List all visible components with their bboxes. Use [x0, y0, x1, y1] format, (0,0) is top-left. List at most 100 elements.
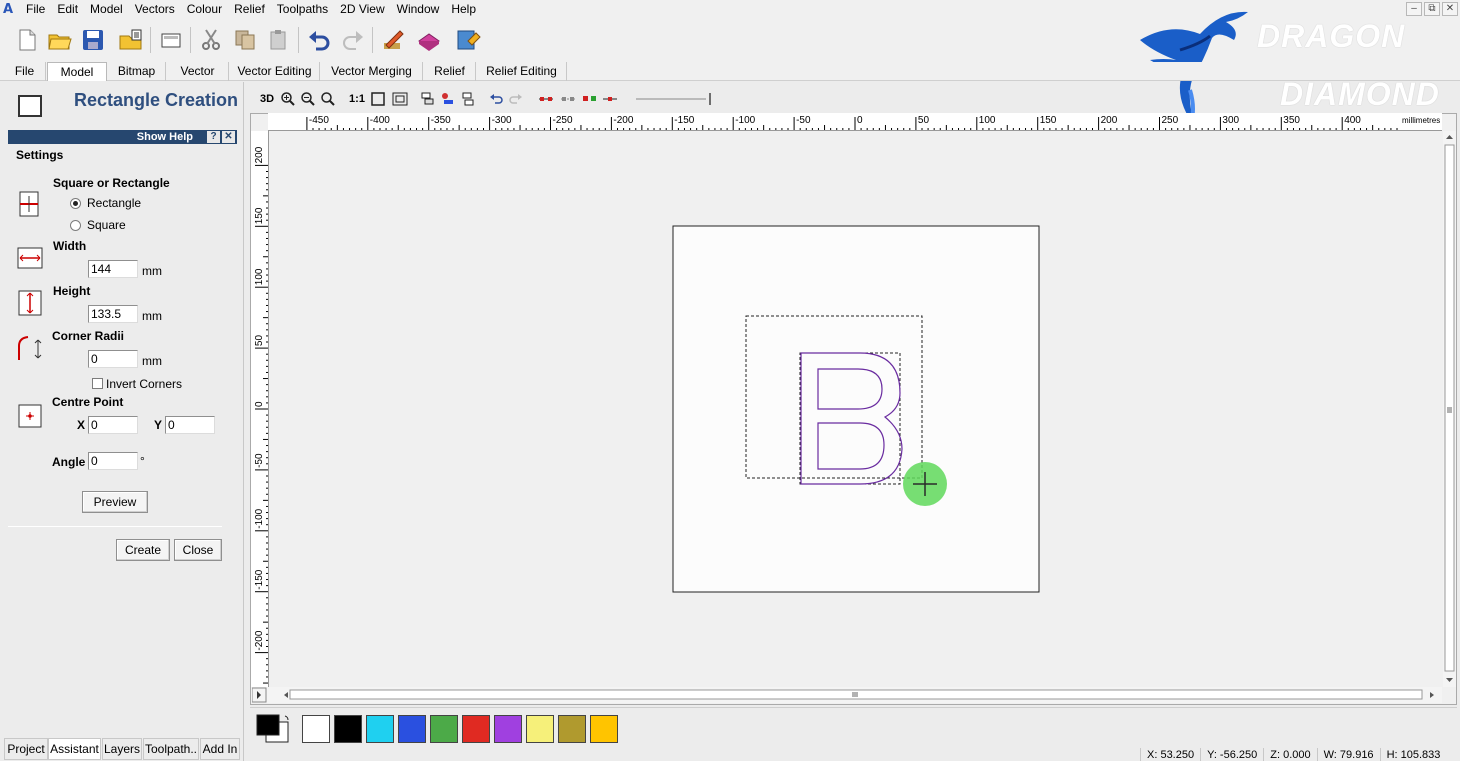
node-snap-icon[interactable]: [560, 91, 576, 107]
align-nodes-icon[interactable]: [602, 91, 618, 107]
ribbon-tabs: File Model Bitmap Vector Vector Editing …: [0, 62, 1460, 81]
tab-bitmap[interactable]: Bitmap: [108, 62, 166, 81]
zoom-in-icon[interactable]: [280, 91, 296, 107]
swatch-black[interactable]: [334, 715, 362, 743]
corner-radii-input[interactable]: [88, 350, 138, 368]
zoom-out-icon[interactable]: [300, 91, 316, 107]
show-help-bar[interactable]: Show Help ? ✕: [8, 130, 237, 144]
node-editing-icon[interactable]: [538, 91, 554, 107]
view-redo-icon[interactable]: [508, 91, 524, 107]
ruler-label: -350: [431, 115, 451, 126]
cut-icon[interactable]: [198, 27, 224, 53]
new-file-icon[interactable]: [14, 27, 40, 53]
width-unit: mm: [142, 264, 162, 278]
rectangle-radio[interactable]: [70, 198, 81, 209]
menu-colour[interactable]: Colour: [181, 0, 228, 19]
swatch-blue[interactable]: [398, 715, 426, 743]
status-z: Z: 0.000: [1263, 748, 1316, 761]
rectangle-creation-panel: Rectangle Creation Show Help ? ✕ Setting…: [0, 82, 244, 761]
toolpath-wizard-icon[interactable]: [456, 27, 482, 53]
menu-help[interactable]: Help: [445, 0, 482, 19]
menu-edit[interactable]: Edit: [51, 0, 84, 19]
create-button[interactable]: Create: [116, 539, 170, 561]
swatch-olive[interactable]: [558, 715, 586, 743]
swatch-green[interactable]: [430, 715, 458, 743]
colour-view-icon[interactable]: [440, 91, 456, 107]
corner-radius-icon: [18, 336, 42, 360]
toolbar-separator: [150, 27, 151, 53]
horizontal-ruler[interactable]: -450 -400 -350 -300 -250 -200 -150 -100 -50 0 50 10…: [268, 113, 1442, 131]
menu-toolpaths[interactable]: Toolpaths: [271, 0, 334, 19]
select-rectangle-icon[interactable]: [158, 27, 184, 53]
help-question-icon[interactable]: ?: [207, 131, 220, 143]
tab-relief[interactable]: Relief: [424, 62, 476, 81]
zoom-box-icon[interactable]: [392, 91, 408, 107]
centre-y-input[interactable]: [165, 416, 215, 434]
width-input[interactable]: [88, 260, 138, 278]
tab-relief-editing[interactable]: Relief Editing: [477, 62, 567, 81]
vertical-ruler[interactable]: 200 150 100 50 0 -50 -100 -150 -200: [251, 131, 269, 687]
scale-1to1-button[interactable]: 1:1: [347, 91, 367, 107]
app-icon[interactable]: A: [3, 2, 18, 17]
invert-corners-label[interactable]: Invert Corners: [106, 377, 182, 391]
height-input[interactable]: [88, 305, 138, 323]
rectangle-option-label[interactable]: Rectangle: [87, 196, 141, 210]
centre-point-label: Centre Point: [52, 395, 124, 409]
current-colour-icon[interactable]: [256, 714, 296, 744]
fit-view-icon[interactable]: [370, 91, 386, 107]
menu-relief[interactable]: Relief: [228, 0, 271, 19]
swatch-yellow[interactable]: [526, 715, 554, 743]
angle-input[interactable]: [88, 452, 138, 470]
redo-icon[interactable]: [340, 27, 366, 53]
open-folder-icon[interactable]: [47, 27, 73, 53]
relief-book-icon[interactable]: [416, 27, 442, 53]
tab-toolpaths[interactable]: Toolpath..: [143, 738, 199, 760]
vertical-scrollbar[interactable]: [1443, 131, 1456, 687]
swatch-purple[interactable]: [494, 715, 522, 743]
swatch-orange[interactable]: [590, 715, 618, 743]
foreground-colour[interactable]: [256, 714, 280, 736]
layers-view-icon[interactable]: [420, 91, 436, 107]
show-help-label[interactable]: Show Help: [137, 130, 193, 144]
export-icon[interactable]: [118, 27, 144, 53]
save-icon[interactable]: [80, 27, 106, 53]
horizontal-scrollbar[interactable]: [251, 687, 1442, 703]
tab-file[interactable]: File: [4, 62, 46, 81]
paste-icon[interactable]: [266, 27, 292, 53]
tab-project[interactable]: Project: [4, 738, 48, 760]
menu-model[interactable]: Model: [84, 0, 129, 19]
draw-pencil-icon[interactable]: [380, 27, 406, 53]
preview-button[interactable]: Preview: [82, 491, 148, 513]
swatch-red[interactable]: [462, 715, 490, 743]
zoom-previous-icon[interactable]: [320, 91, 336, 107]
tab-layers[interactable]: Layers: [102, 738, 142, 760]
tab-assistant[interactable]: Assistant: [48, 738, 101, 760]
close-button[interactable]: Close: [174, 539, 222, 561]
stack-view-icon[interactable]: [460, 91, 476, 107]
menu-2d-view[interactable]: 2D View: [334, 0, 390, 19]
undo-icon[interactable]: [306, 27, 332, 53]
menu-window[interactable]: Window: [391, 0, 446, 19]
tab-vector-editing[interactable]: Vector Editing: [230, 62, 320, 81]
square-option-label[interactable]: Square: [87, 218, 126, 232]
tab-vector-merging[interactable]: Vector Merging: [321, 62, 423, 81]
help-close-icon[interactable]: ✕: [222, 131, 235, 143]
drawing-canvas[interactable]: [270, 131, 1442, 687]
tab-model[interactable]: Model: [47, 62, 107, 81]
ruler-label: 300: [1222, 115, 1239, 126]
view-undo-icon[interactable]: [488, 91, 504, 107]
zoom-slider[interactable]: [634, 92, 714, 106]
invert-corners-checkbox[interactable]: [92, 378, 103, 389]
swatch-cyan[interactable]: [366, 715, 394, 743]
transform-nodes-icon[interactable]: [582, 91, 598, 107]
x-label: X: [77, 418, 86, 432]
menu-file[interactable]: File: [20, 0, 51, 19]
3d-view-button[interactable]: 3D: [257, 91, 277, 107]
menu-vectors[interactable]: Vectors: [129, 0, 181, 19]
square-radio[interactable]: [70, 220, 81, 231]
swatch-white[interactable]: [302, 715, 330, 743]
tab-add-in[interactable]: Add In: [200, 738, 240, 760]
copy-icon[interactable]: [232, 27, 258, 53]
tab-vector[interactable]: Vector: [167, 62, 229, 81]
centre-x-input[interactable]: [88, 416, 138, 434]
